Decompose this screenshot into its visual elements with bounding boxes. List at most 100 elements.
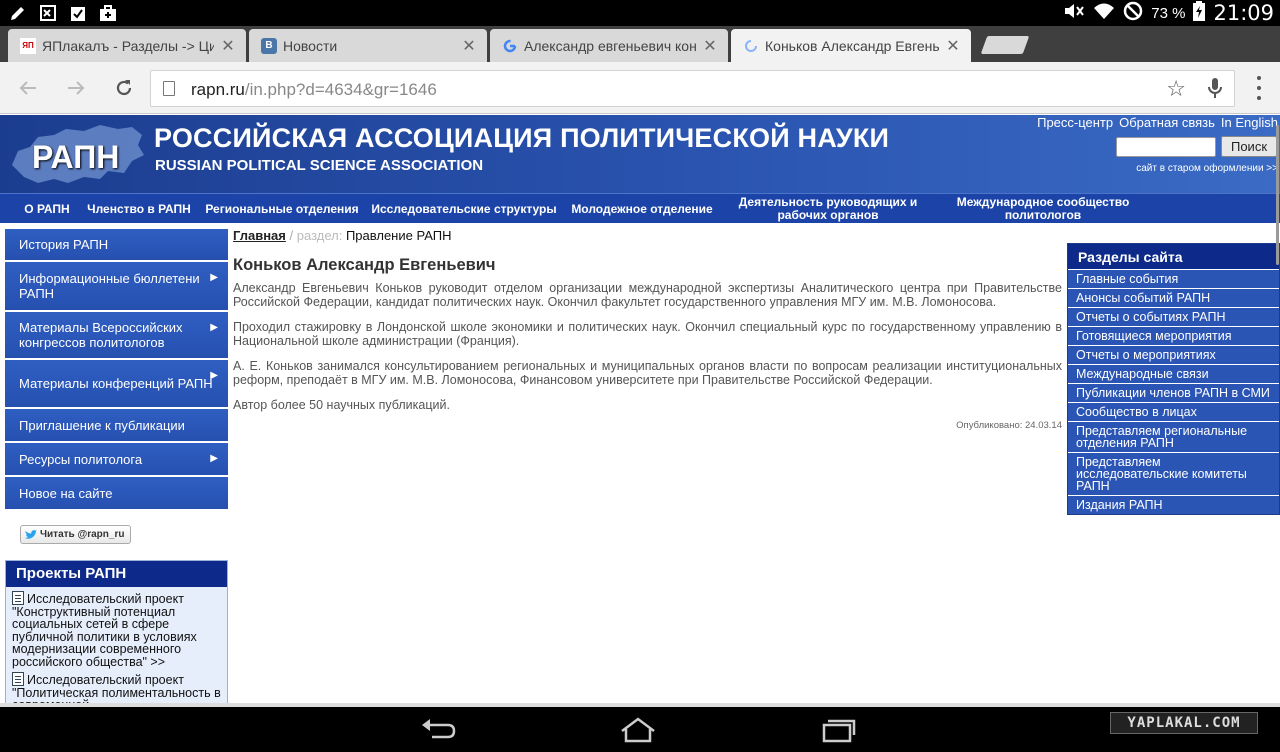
nav-about[interactable]: О РАПН (18, 194, 76, 224)
sidebar-item-congresses[interactable]: Материалы Всероссийских конгрессов полит… (5, 312, 228, 360)
close-icon[interactable]: ✕ (220, 36, 236, 56)
url-text[interactable]: rapn.ru/in.php?d=4634&gr=1646 (191, 80, 437, 100)
press-center-link[interactable]: Пресс-центр (1037, 115, 1113, 130)
back-arrow-icon (422, 719, 456, 739)
section-link-editions[interactable]: Издания РАПН (1068, 495, 1279, 514)
sidebar-item-history[interactable]: История РАПН (5, 229, 228, 262)
new-tab-button[interactable] (980, 36, 1030, 54)
tab-konkov[interactable]: Коньков Александр Евгень ✕ (731, 29, 971, 62)
system-back-button[interactable] (418, 717, 458, 743)
article-content: Главная / раздел: Правление РАПН Коньков… (233, 228, 1062, 431)
section-link-announcements[interactable]: Анонсы событий РАПН (1068, 288, 1279, 307)
project-item[interactable]: Исследовательский проект "Конструктивный… (6, 587, 227, 668)
microphone-icon[interactable] (1208, 77, 1222, 99)
address-bar[interactable]: rapn.ru/in.php?d=4634&gr=1646 ☆ (150, 70, 1235, 107)
system-recents-button[interactable] (818, 717, 858, 743)
section-link-research-committees[interactable]: Представляем исследовательские комитеты … (1068, 452, 1279, 495)
section-link-media-publications[interactable]: Публикации членов РАПН в СМИ (1068, 383, 1279, 402)
tab-yaplakal[interactable]: ЯП ЯПлакалъ - Разделы -> Цит ✕ (8, 29, 246, 62)
english-link[interactable]: In English (1221, 115, 1278, 130)
breadcrumb-home-link[interactable]: Главная (233, 228, 286, 243)
back-button[interactable] (14, 74, 42, 102)
pencil-icon (8, 3, 28, 23)
old-site-link[interactable]: сайт в старом оформлении >> (1136, 163, 1278, 174)
system-home-button[interactable] (618, 717, 658, 743)
nav-regional[interactable]: Региональные отделения (204, 194, 360, 224)
sidebar-item-bulletins[interactable]: Информационные бюллетени РАПН ▶ (5, 262, 228, 312)
document-icon (12, 672, 24, 686)
nav-research[interactable]: Исследовательские структуры (370, 194, 558, 224)
article-paragraph: Александр Евгеньевич Коньков руководит о… (233, 281, 1062, 309)
site-logo[interactable]: РАПН (32, 139, 119, 176)
nav-international[interactable]: Международное сообщество политологов (940, 194, 1146, 224)
search-button[interactable]: Поиск (1221, 136, 1277, 157)
projects-heading: Проекты РАПН (6, 561, 227, 587)
nav-membership[interactable]: Членство в РАПН (84, 194, 194, 224)
feedback-link[interactable]: Обратная связь (1119, 115, 1215, 130)
sidebar-item-label: Информационные бюллетени РАПН (19, 271, 200, 301)
section-link-regional-branches[interactable]: Представляем региональные отделения РАПН (1068, 421, 1279, 452)
tab-strip: ЯП ЯПлакалъ - Разделы -> Цит ✕ B Новости… (0, 26, 1280, 62)
status-bar: 73 % 21:09 (0, 0, 1280, 26)
sidebar-item-label: Ресурсы политолога (19, 451, 143, 467)
sidebar-item-new[interactable]: Новое на сайте (5, 477, 228, 511)
sidebar-item-publication-invite[interactable]: Приглашение к публикации (5, 409, 228, 443)
tab-vk-news[interactable]: B Новости ✕ (249, 29, 487, 62)
twitter-follow-button[interactable]: Читать @rapn_ru (20, 525, 131, 544)
clock: 21:09 (1213, 1, 1274, 25)
page-icon (163, 81, 175, 96)
breadcrumb-section-label: раздел: (296, 228, 343, 243)
sidebar-item-resources[interactable]: Ресурсы политолога ▶ (5, 443, 228, 477)
section-link-upcoming[interactable]: Готовящиеся мероприятия (1068, 326, 1279, 345)
article-paragraph: Автор более 50 научных публикаций. (233, 398, 450, 412)
close-icon[interactable]: ✕ (945, 36, 961, 56)
breadcrumb-current: Правление РАПН (345, 228, 452, 243)
submenu-arrow-icon: ▶ (210, 370, 218, 381)
overflow-menu-icon[interactable] (1256, 76, 1262, 100)
submenu-arrow-icon: ▶ (210, 272, 218, 283)
site-search-input[interactable] (1116, 137, 1216, 157)
tab-google-search[interactable]: Александр евгеньевич кон ✕ (490, 29, 728, 62)
browser-toolbar: rapn.ru/in.php?d=4634&gr=1646 ☆ (0, 62, 1280, 114)
sidebar-item-label: Приглашение к публикации (19, 417, 185, 433)
sidebar-item-label: Новое на сайте (19, 485, 113, 501)
sidebar-item-label: Материалы конференций РАПН (19, 376, 213, 391)
section-link-main-events[interactable]: Главные события (1068, 269, 1279, 288)
clipboard-check-icon (68, 3, 88, 23)
section-link-community[interactable]: Сообщество в лицах (1068, 402, 1279, 421)
system-nav-bar (0, 707, 1280, 752)
vk-icon: B (261, 37, 277, 54)
nav-youth[interactable]: Молодежное отделение (568, 194, 716, 224)
page-scrollbar[interactable] (1276, 125, 1279, 265)
close-icon[interactable]: ✕ (461, 36, 477, 56)
left-sidebar: История РАПН Информационные бюллетени РА… (5, 229, 228, 511)
header-links: Пресс-центр Обратная связь In English (1037, 115, 1278, 130)
bookmark-star-icon[interactable]: ☆ (1166, 76, 1186, 102)
main-nav: О РАПН Членство в РАПН Региональные отде… (0, 193, 1280, 223)
forward-button[interactable] (62, 74, 90, 102)
projects-panel: Проекты РАПН Исследовательский проект "К… (5, 560, 228, 710)
section-link-international[interactable]: Международные связи (1068, 364, 1279, 383)
nav-governance[interactable]: Деятельность руководящих и рабочих орган… (726, 194, 930, 224)
twitter-bird-icon (25, 529, 37, 539)
mute-icon (1063, 2, 1085, 25)
reload-icon (116, 80, 132, 96)
twitter-label: Читать @rapn_ru (40, 529, 125, 540)
section-link-activity-reports[interactable]: Отчеты о мероприятиях (1068, 345, 1279, 364)
google-icon (502, 38, 518, 54)
battery-level: 73 % (1151, 4, 1186, 22)
sidebar-item-label: История РАПН (19, 237, 109, 252)
tab-title: Коньков Александр Евгень (765, 37, 939, 54)
sidebar-item-conferences[interactable]: Материалы конференций РАПН ▶ (5, 360, 228, 409)
site-title: РОССИЙСКАЯ АССОЦИАЦИЯ ПОЛИТИЧЕСКОЙ НАУКИ (154, 123, 890, 153)
reload-button[interactable] (110, 74, 138, 102)
arrow-right-icon (68, 81, 85, 95)
spreadsheet-icon (38, 3, 58, 23)
section-link-event-reports[interactable]: Отчеты о событиях РАПН (1068, 307, 1279, 326)
close-icon[interactable]: ✕ (702, 36, 718, 56)
site-sections-heading: Разделы сайта (1068, 244, 1279, 269)
loading-icon (743, 38, 759, 54)
project-item-text: Исследовательский проект "Конструктивный… (12, 592, 197, 669)
briefcase-icon (98, 3, 118, 23)
wifi-icon (1093, 2, 1115, 25)
